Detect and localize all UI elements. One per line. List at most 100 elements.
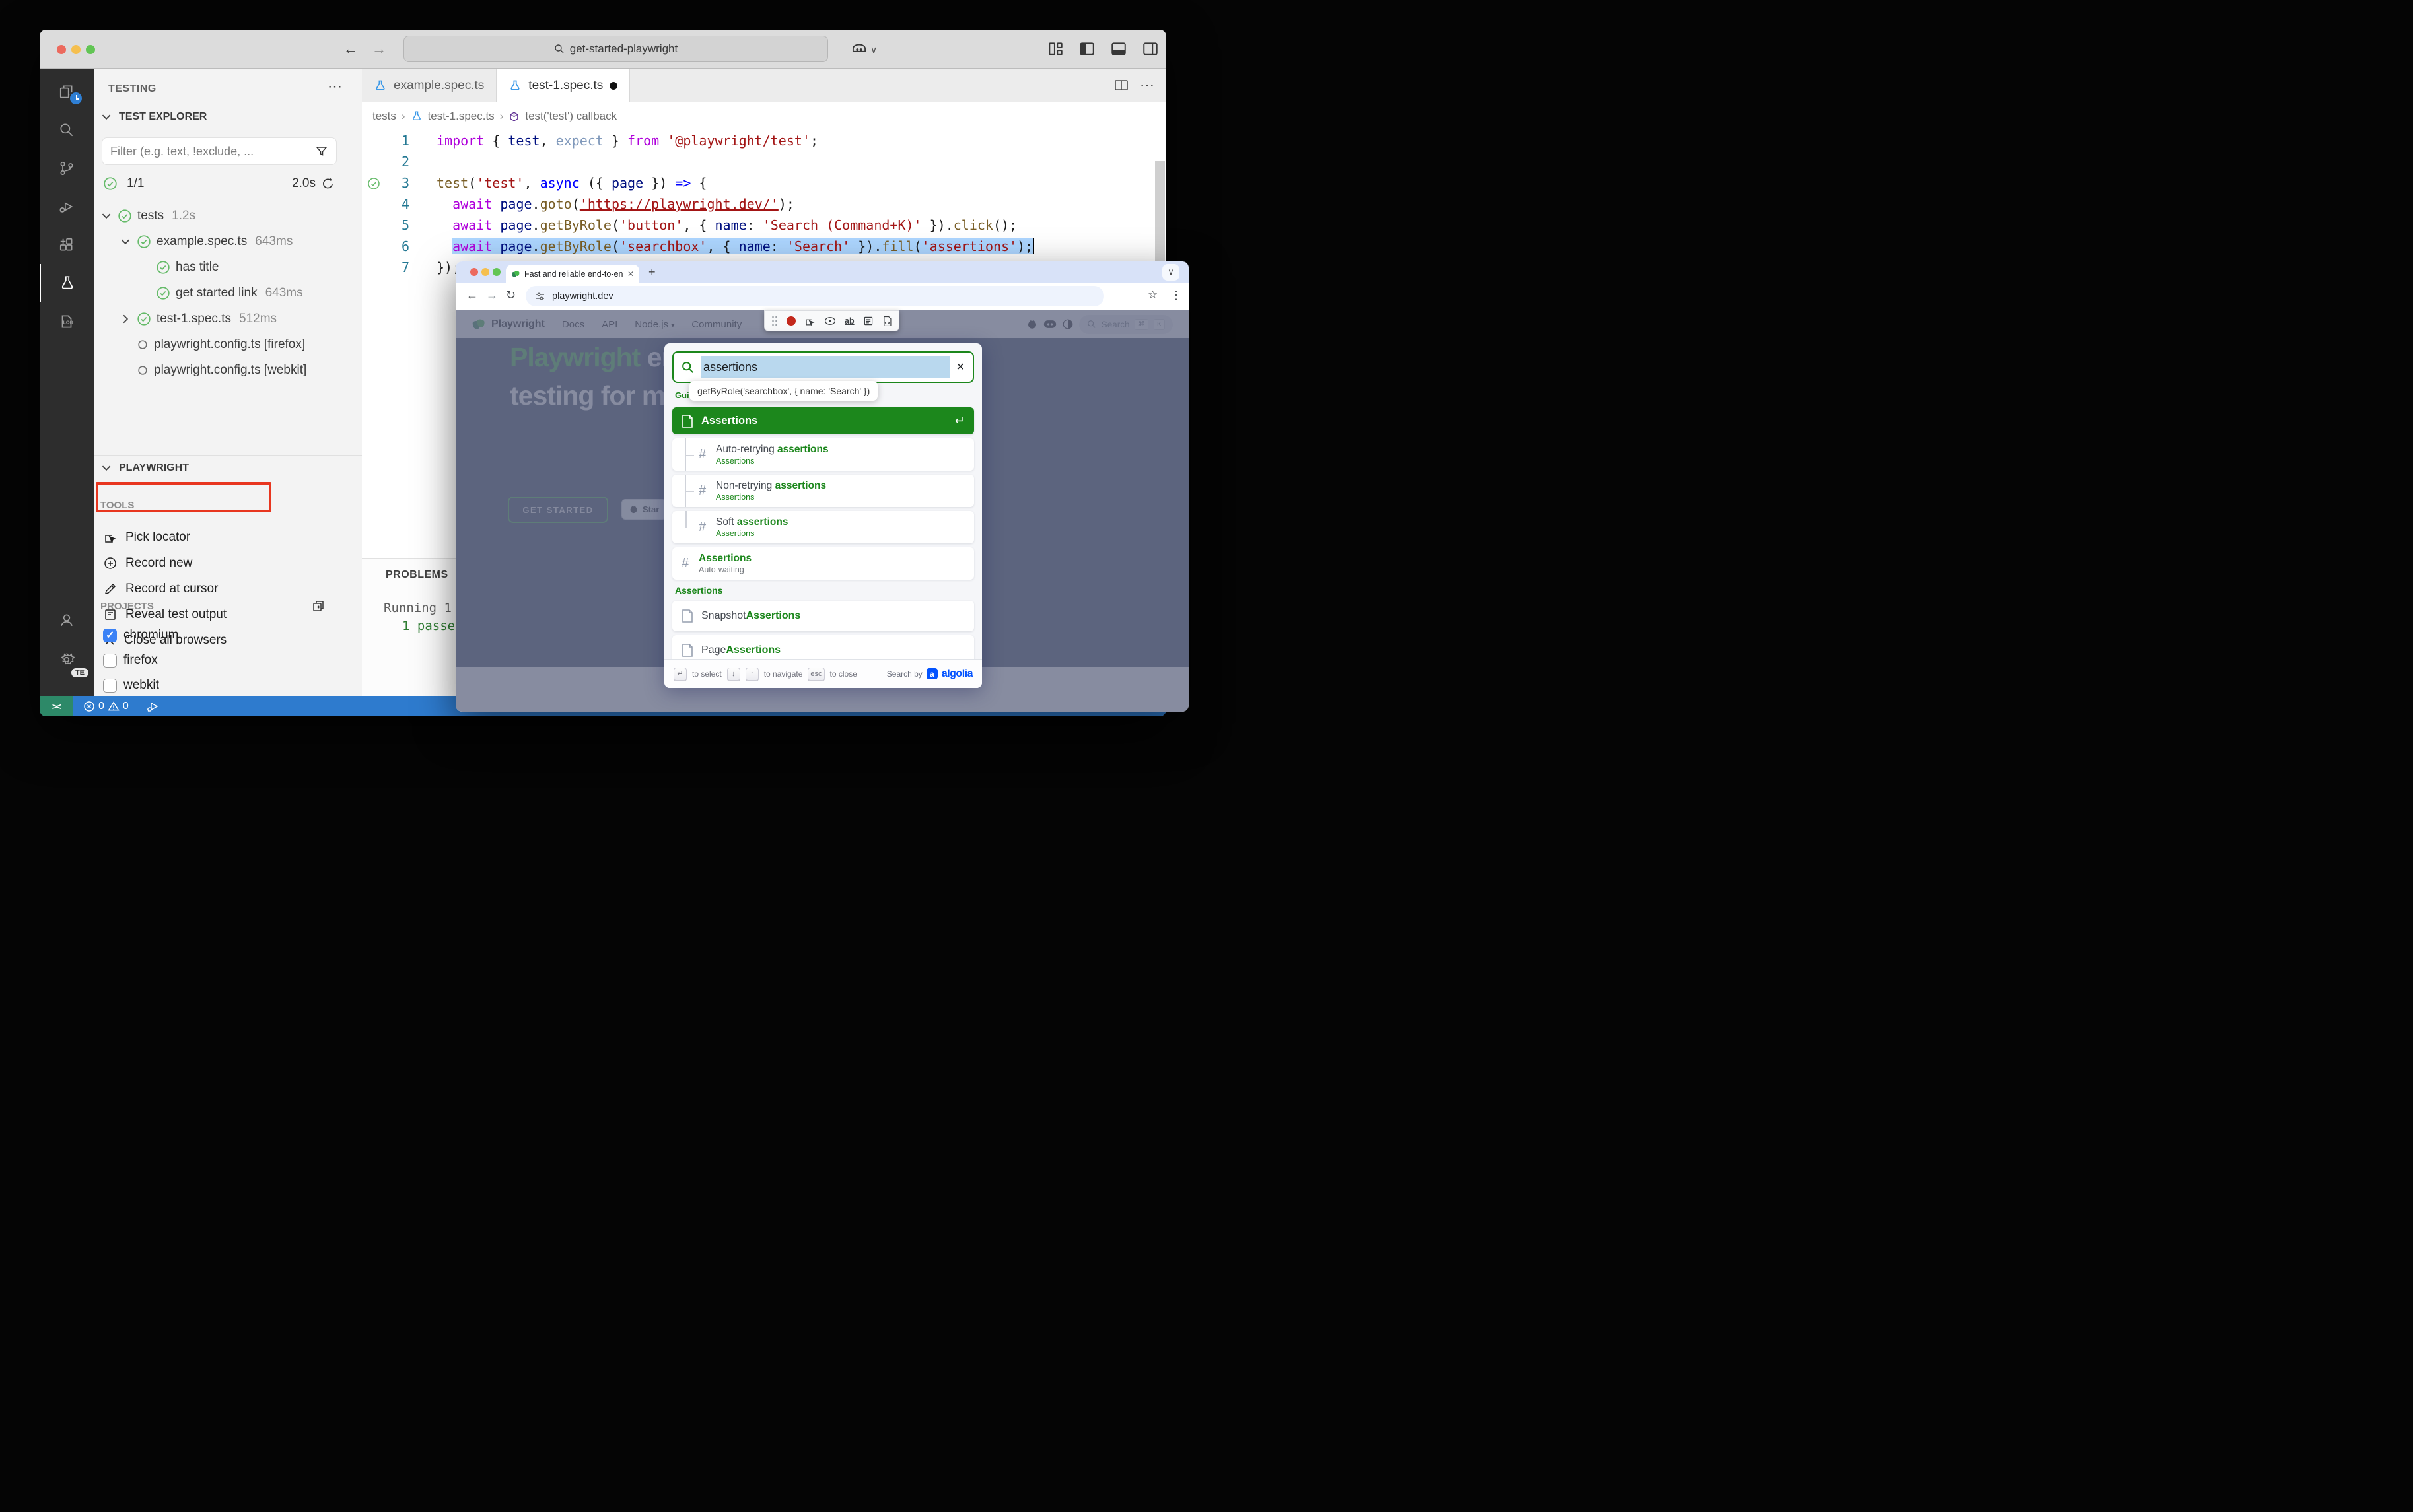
panel-tab-problems[interactable]: PROBLEMS: [386, 569, 448, 581]
filter-placeholder: Filter (e.g. text, !exclude, ...: [110, 145, 315, 158]
projects-action-icon[interactable]: [312, 600, 351, 613]
dirty-indicator[interactable]: [610, 82, 617, 90]
algolia-logo: a: [927, 668, 938, 679]
settings-icon[interactable]: TE: [40, 640, 94, 679]
test-tree-item[interactable]: has title: [139, 256, 362, 279]
browser-back-icon[interactable]: ←: [466, 289, 478, 302]
copilot-chevron-icon[interactable]: ∨: [870, 44, 877, 55]
algolia-credit[interactable]: Search by a algolia: [887, 668, 973, 680]
editor-more-actions-icon[interactable]: ⋯: [1140, 77, 1154, 94]
toggle-primary-sidebar-icon[interactable]: [1078, 40, 1096, 57]
test-pass-gutter-icon[interactable]: [367, 177, 380, 190]
close-window-button[interactable]: [57, 45, 66, 54]
extension-badge: TE: [71, 668, 88, 677]
code-editor[interactable]: 1import { test, expect } from '@playwrig…: [362, 130, 1166, 278]
back-arrow-icon[interactable]: ←: [343, 40, 358, 57]
search-result[interactable]: SnapshotAssertions: [672, 601, 974, 631]
browser-reload-icon[interactable]: ↻: [506, 289, 516, 302]
sidebar-more-actions-icon[interactable]: ⋯: [328, 78, 342, 95]
forward-arrow-icon[interactable]: →: [372, 40, 386, 57]
accounts-icon[interactable]: [40, 601, 94, 639]
explorer-icon[interactable]: [40, 73, 94, 111]
code-line-3[interactable]: 3test('test', async ({ page }) => {: [362, 172, 1166, 193]
copilot-icon[interactable]: [851, 40, 868, 57]
test-tree-item[interactable]: playwright.config.ts [firefox]: [120, 333, 362, 356]
toggle-panel-icon[interactable]: [1110, 40, 1127, 57]
assert-visibility-icon[interactable]: [824, 316, 836, 326]
project-checkbox-firefox[interactable]: firefox: [103, 650, 158, 671]
maximize-window-button[interactable]: [86, 45, 95, 54]
editor-tab-test-1.spec.ts[interactable]: test-1.spec.ts: [497, 69, 630, 102]
test-tree-item[interactable]: example.spec.ts643ms: [120, 230, 362, 253]
project-checkbox-webkit[interactable]: webkit: [103, 675, 159, 696]
code-line-4[interactable]: 4 await page.goto('https://playwright.de…: [362, 193, 1166, 215]
pick-locator-icon[interactable]: [804, 316, 816, 327]
assert-text-icon[interactable]: ab: [845, 316, 855, 326]
browser-minimize-button[interactable]: [481, 268, 489, 276]
new-tab-icon[interactable]: +: [648, 265, 656, 279]
test-tree-item[interactable]: tests1.2s: [100, 205, 362, 227]
command-center[interactable]: get-started-playwright: [403, 36, 828, 62]
code-line-6[interactable]: 6 await page.getByRole('searchbox', { na…: [362, 236, 1166, 257]
test-tree-item[interactable]: test-1.spec.ts512ms: [120, 308, 362, 330]
url-text: playwright.dev: [552, 291, 613, 302]
playwright-section-header[interactable]: PLAYWRIGHT: [100, 462, 189, 474]
search-result[interactable]: #Soft assertionsAssertions: [672, 511, 974, 543]
browser-tabstrip: Fast and reliable end-to-end ✕ + ∨: [456, 261, 1189, 283]
pick-locator-button[interactable]: Pick locator: [103, 526, 190, 549]
project-checkbox-chromium[interactable]: chromium: [103, 625, 178, 646]
activity-bar: LOG TE: [40, 69, 94, 696]
search-result[interactable]: #AssertionsAuto-waiting: [672, 547, 974, 580]
assert-value-icon[interactable]: [863, 316, 874, 326]
record-icon[interactable]: [787, 316, 796, 326]
output-log-icon[interactable]: LOG: [40, 302, 94, 341]
docsearch-footer: ↵to select↓↑to navigateescto close Searc…: [664, 659, 982, 688]
search-icon[interactable]: [40, 111, 94, 149]
docsearch-input[interactable]: assertions ✕: [672, 351, 974, 383]
key-↓: ↓: [727, 668, 740, 681]
toggle-secondary-sidebar-icon[interactable]: [1142, 40, 1159, 57]
assert-snapshot-icon[interactable]: [882, 316, 892, 327]
search-result[interactable]: #Auto-retrying assertionsAssertions: [672, 438, 974, 471]
svg-text:LOG: LOG: [63, 320, 74, 325]
test-tree-item[interactable]: get started link643ms: [139, 282, 362, 304]
code-line-5[interactable]: 5 await page.getByRole('button', { name:…: [362, 215, 1166, 236]
text-cursor: [1033, 238, 1034, 254]
drag-handle-icon[interactable]: [771, 316, 778, 326]
record-new-button[interactable]: Record new: [103, 552, 192, 574]
code-line-2[interactable]: 2: [362, 151, 1166, 172]
bookmark-star-icon[interactable]: ☆: [1148, 289, 1158, 302]
editor-tab-example.spec.ts[interactable]: example.spec.ts: [362, 69, 497, 102]
run-and-debug-icon[interactable]: [40, 188, 94, 226]
remote-indicator[interactable]: ><: [40, 696, 73, 716]
source-control-icon[interactable]: [40, 149, 94, 188]
tab-close-icon[interactable]: ✕: [627, 269, 634, 279]
browser-close-button[interactable]: [470, 268, 478, 276]
minimize-window-button[interactable]: [71, 45, 81, 54]
clear-query-icon[interactable]: ✕: [956, 361, 965, 374]
test-filter-input[interactable]: Filter (e.g. text, !exclude, ...: [102, 137, 337, 165]
customize-layout-icon[interactable]: [1047, 40, 1064, 57]
problems-status[interactable]: 0 0: [83, 701, 129, 712]
debug-status-icon[interactable]: [146, 700, 159, 713]
tab-search-chevron-icon[interactable]: ∨: [1162, 264, 1179, 281]
browser-maximize-button[interactable]: [493, 268, 501, 276]
testing-sidebar: TESTING ⋯ TEST EXPLORER Filter (e.g. tex…: [94, 69, 362, 696]
address-bar[interactable]: playwright.dev: [526, 286, 1104, 306]
browser-tab[interactable]: Fast and reliable end-to-end ✕: [506, 265, 639, 283]
testing-icon[interactable]: [40, 264, 94, 302]
code-line-1[interactable]: 1import { test, expect } from '@playwrig…: [362, 130, 1166, 151]
search-result[interactable]: #Non-retrying assertionsAssertions: [672, 475, 974, 507]
record-at-cursor-button[interactable]: Record at cursor: [103, 578, 218, 600]
symbol-cube-icon: [508, 111, 520, 122]
browser-forward-icon[interactable]: →: [486, 289, 498, 302]
split-editor-icon[interactable]: [1113, 77, 1129, 93]
test-tree-item[interactable]: playwright.config.ts [webkit]: [120, 359, 362, 382]
extensions-icon[interactable]: [40, 226, 94, 264]
breadcrumb[interactable]: tests› test-1.spec.ts› test('test') call…: [362, 102, 1166, 130]
browser-menu-icon[interactable]: ⋮: [1170, 289, 1182, 302]
search-result-selected[interactable]: Assertions↵: [672, 407, 974, 434]
test-explorer-header[interactable]: TEST EXPLORER: [100, 111, 207, 123]
rerun-icon[interactable]: [321, 176, 335, 191]
command-center-value: get-started-playwright: [570, 42, 678, 55]
